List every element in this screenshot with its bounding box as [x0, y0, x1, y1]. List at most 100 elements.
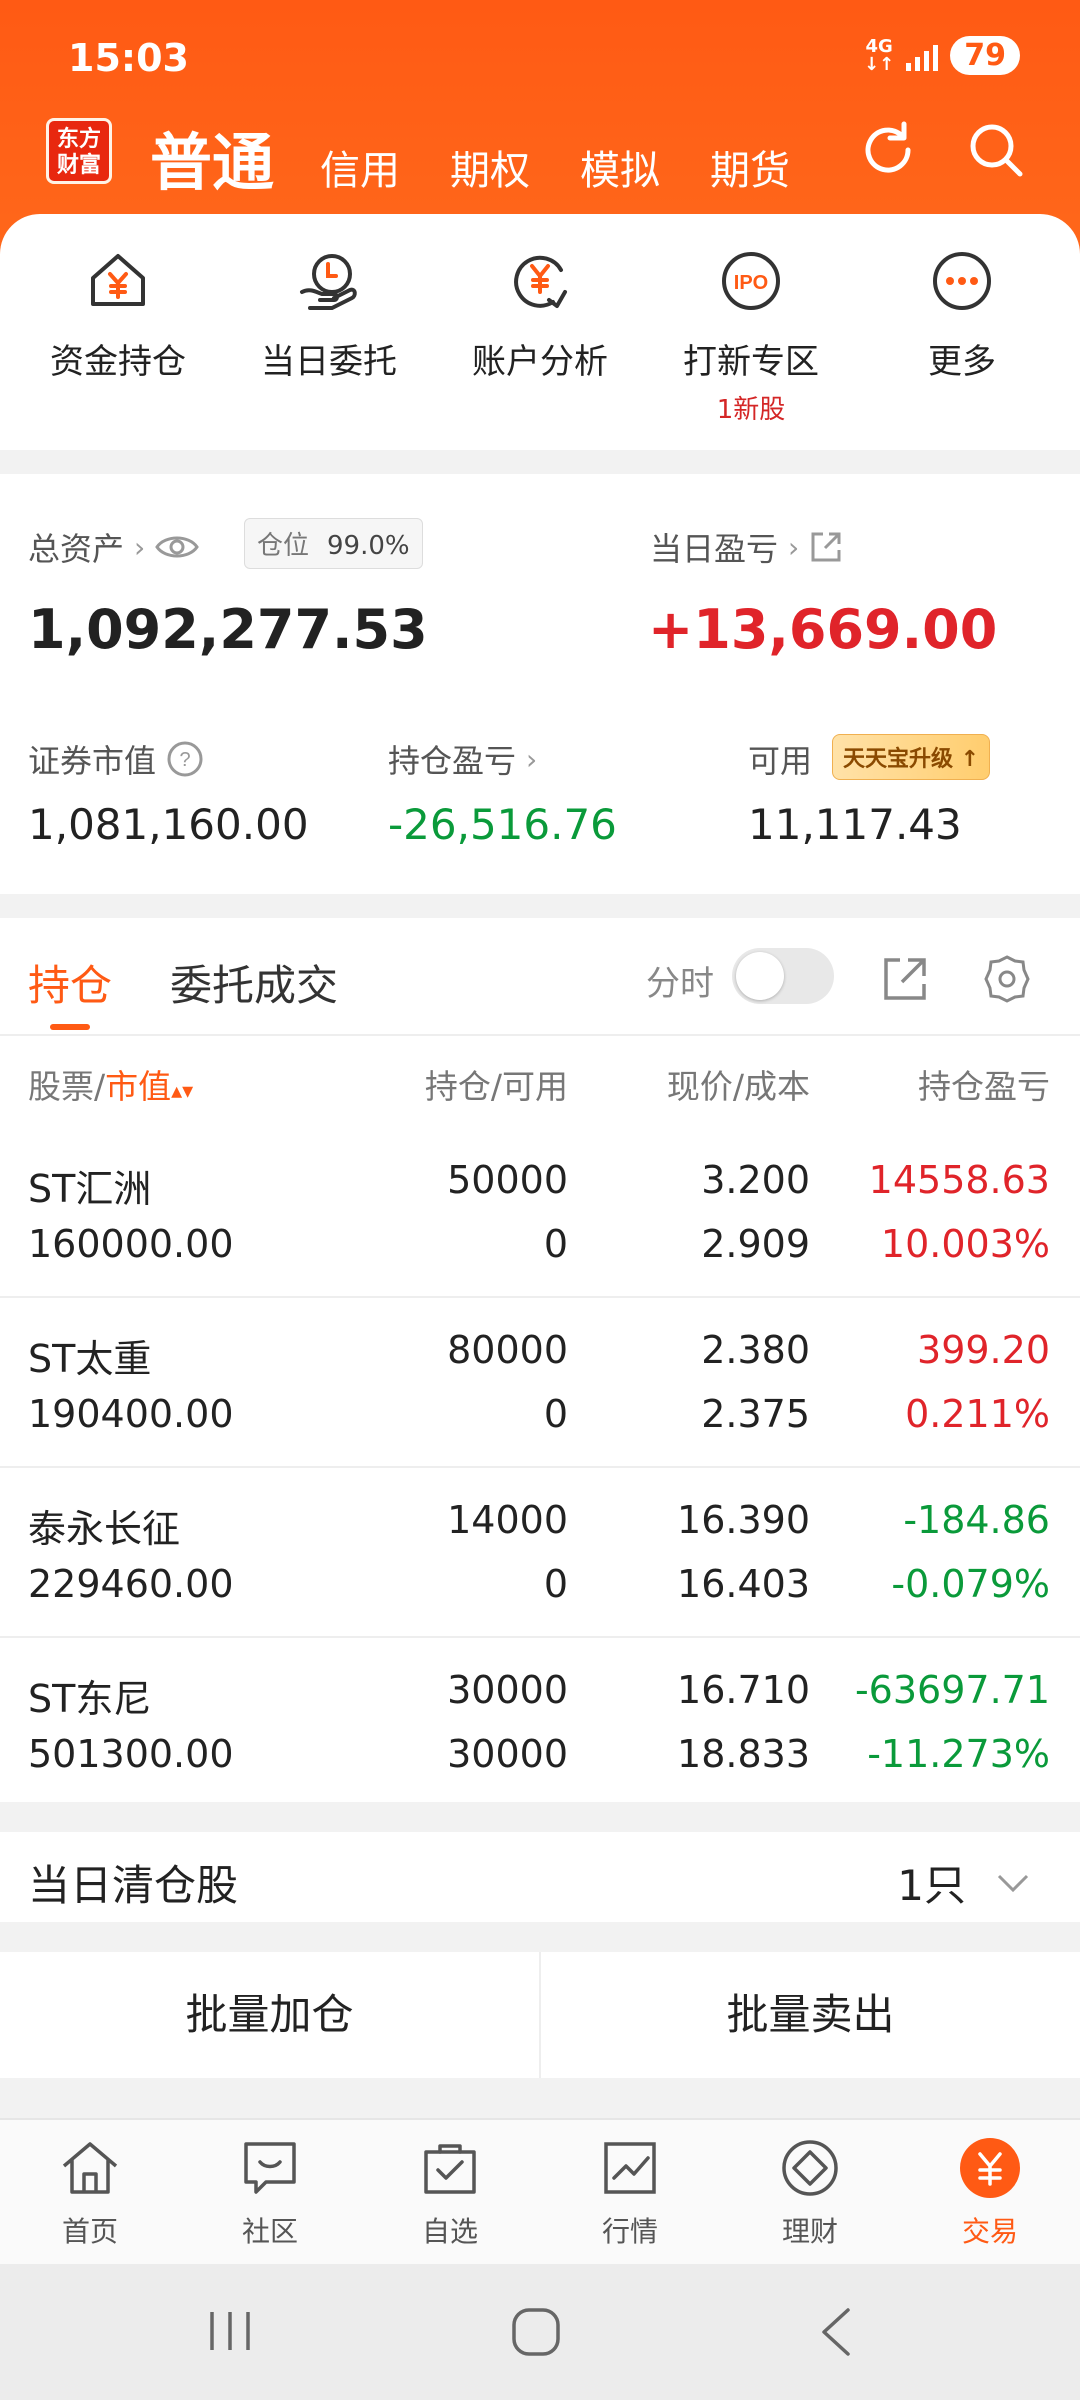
- quick-action-ipo-zone[interactable]: IPO 打新专区 1新股: [651, 250, 851, 426]
- cost-price: 18.833: [677, 1732, 810, 1776]
- chevron-right-icon: ›: [526, 742, 538, 776]
- status-bar-right: 4G ↓↑ 79: [864, 36, 1020, 75]
- holdings-section: 持仓 委托成交 分时 股票/市值▴▾ 持仓/可用 现价/成本 持仓盈亏 ST汇洲…: [0, 918, 1080, 1802]
- current-price: 16.390: [677, 1498, 810, 1542]
- holding-pl-pct: -11.273%: [867, 1732, 1050, 1776]
- tab-market[interactable]: 行情: [540, 2136, 720, 2250]
- settings-gear-icon[interactable]: [982, 954, 1032, 1004]
- battery-indicator: 79: [950, 36, 1020, 75]
- upgrade-badge[interactable]: 天天宝升级 ↑: [832, 734, 991, 780]
- quick-action-label: 账户分析: [472, 342, 608, 382]
- batch-sell-button[interactable]: 批量卖出: [541, 1952, 1080, 2078]
- table-row[interactable]: 泰永长征 229460.00 14000 0 16.390 16.403 -18…: [0, 1468, 1080, 1638]
- divider: [0, 1034, 1080, 1036]
- eye-icon[interactable]: [155, 532, 200, 562]
- holding-pl: 399.20: [917, 1328, 1050, 1372]
- quick-action-label: 打新专区: [683, 342, 819, 382]
- available-label: 可用: [748, 742, 813, 780]
- cost-price: 2.909: [701, 1222, 810, 1266]
- share-icon[interactable]: [809, 530, 843, 564]
- holding-pl-pct: 10.003%: [880, 1222, 1050, 1266]
- tab-community[interactable]: 社区: [180, 2136, 360, 2250]
- tab-simulation[interactable]: 模拟: [580, 138, 660, 196]
- cleared-today-label: 当日清仓股: [28, 1861, 239, 1910]
- tab-futures[interactable]: 期货: [710, 138, 790, 196]
- search-icon[interactable]: [964, 118, 1028, 182]
- holding-qty: 14000: [447, 1498, 568, 1542]
- table-row[interactable]: ST东尼 501300.00 30000 30000 16.710 18.833…: [0, 1638, 1080, 1808]
- stock-market-value: 160000.00: [28, 1222, 234, 1266]
- tab-credit[interactable]: 信用: [320, 138, 400, 196]
- current-price: 3.200: [701, 1158, 810, 1202]
- holding-pl: 14558.63: [868, 1158, 1050, 1202]
- quick-action-label: 更多: [928, 342, 996, 382]
- total-assets-value: 1,092,277.53: [28, 598, 428, 661]
- chevron-right-icon: ›: [788, 530, 800, 564]
- market-value: 1,081,160.00: [28, 800, 309, 849]
- chevron-right-icon: ›: [134, 530, 146, 564]
- total-assets-label[interactable]: 总资产 ›: [28, 524, 200, 570]
- stock-market-value: 229460.00: [28, 1562, 234, 1606]
- active-tab-indicator: [50, 1024, 90, 1030]
- stock-name: ST东尼: [28, 1677, 152, 1721]
- table-row[interactable]: ST太重 190400.00 80000 0 2.380 2.375 399.2…: [0, 1298, 1080, 1468]
- col-head-stock[interactable]: 股票/市值▴▾: [28, 1060, 193, 1108]
- quick-action-funds-positions[interactable]: 资金持仓: [18, 250, 218, 383]
- diamond-icon: [782, 2140, 838, 2196]
- holding-pl: -63697.71: [854, 1668, 1050, 1712]
- position-ratio-badge: 仓位 99.0%: [244, 518, 423, 569]
- fenshi-toggle[interactable]: [732, 948, 834, 1004]
- tab-holdings[interactable]: 持仓: [28, 952, 112, 1013]
- quick-action-more[interactable]: 更多: [862, 250, 1062, 383]
- tab-home[interactable]: 首页: [0, 2136, 180, 2250]
- holding-pl-label[interactable]: 持仓盈亏 ›: [388, 736, 537, 782]
- holding-pl-pct: -0.079%: [891, 1562, 1050, 1606]
- holding-pl-value: -26,516.76: [388, 800, 617, 849]
- share-icon[interactable]: [880, 954, 930, 1004]
- cleared-today-row[interactable]: 当日清仓股 1只: [0, 1832, 1080, 1922]
- stock-name: ST汇洲: [28, 1167, 152, 1211]
- chat-icon: [244, 2142, 296, 2194]
- svg-text:IPO: IPO: [734, 272, 768, 294]
- available-qty: 0: [543, 1222, 568, 1266]
- help-icon[interactable]: ?: [166, 740, 204, 778]
- col-head-pl: 持仓盈亏: [918, 1067, 1050, 1106]
- bag-check-icon: [424, 2144, 476, 2194]
- tab-trade[interactable]: 交易: [900, 2136, 1080, 2250]
- cost-price: 16.403: [677, 1562, 810, 1606]
- table-row[interactable]: ST汇洲 160000.00 50000 0 3.200 2.909 14558…: [0, 1128, 1080, 1298]
- ipo-icon: IPO: [722, 252, 780, 310]
- chart-icon: [604, 2142, 656, 2194]
- signal-icon: [906, 41, 939, 71]
- trade-yen-icon: [960, 2138, 1020, 2198]
- tab-wealth[interactable]: 理财: [720, 2136, 900, 2250]
- col-head-qty: 持仓/可用: [424, 1067, 568, 1106]
- recent-apps-icon[interactable]: [204, 2306, 256, 2356]
- holding-qty: 50000: [447, 1158, 568, 1202]
- tab-options[interactable]: 期权: [450, 138, 530, 196]
- daily-pl-label[interactable]: 当日盈亏 ›: [650, 524, 843, 570]
- back-icon[interactable]: [814, 2304, 858, 2360]
- tab-watchlist[interactable]: 自选: [360, 2136, 540, 2250]
- quick-action-today-orders[interactable]: 当日委托: [229, 250, 429, 383]
- tab-orders-trades[interactable]: 委托成交: [170, 952, 338, 1013]
- batch-add-button[interactable]: 批量加仓: [0, 1952, 541, 2078]
- home-button-icon[interactable]: [508, 2304, 564, 2360]
- available-qty: 30000: [447, 1732, 568, 1776]
- quick-actions-panel: 资金持仓 当日委托 账户分析 IPO 打新专区 1新股 更多: [0, 214, 1080, 450]
- status-time: 15:03: [68, 36, 189, 80]
- holding-qty: 30000: [447, 1668, 568, 1712]
- refresh-icon[interactable]: [856, 118, 920, 182]
- holding-pl: -184.86: [903, 1498, 1050, 1542]
- quick-action-label: 资金持仓: [50, 342, 186, 382]
- fenshi-label: 分时: [646, 964, 714, 1004]
- app-logo: 东方 财富: [46, 118, 112, 184]
- daily-pl-value: +13,669.00: [648, 598, 998, 661]
- new-stock-count: 1新股: [716, 395, 786, 425]
- tab-normal[interactable]: 普通: [150, 112, 274, 202]
- quick-action-account-analysis[interactable]: 账户分析: [440, 250, 640, 383]
- available-value: 11,117.43: [748, 800, 962, 849]
- col-head-price: 现价/成本: [666, 1067, 810, 1106]
- cost-price: 2.375: [701, 1392, 810, 1436]
- svg-text:?: ?: [179, 749, 190, 771]
